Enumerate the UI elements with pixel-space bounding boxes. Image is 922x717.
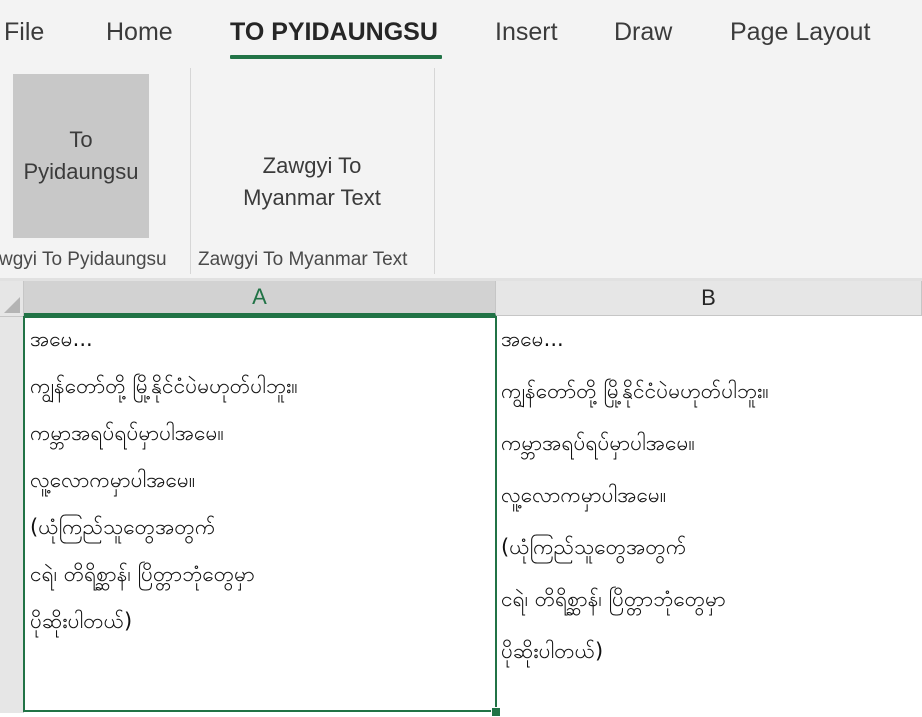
cell-b-line: ငရဲ၊ တိရိစ္ဆာန်၊ ပြိတ္တာဘုံတွေမှာ — [501, 587, 726, 611]
fill-handle[interactable] — [491, 707, 501, 717]
column-header-b[interactable]: B — [496, 281, 922, 316]
group-label-zawgyi-to-myanmar-text: Zawgyi To Myanmar Text — [198, 249, 408, 270]
tab-to-pyidaungsu[interactable]: TO PYIDAUNGSU — [230, 18, 438, 47]
cell-b-line: အမေ... — [501, 327, 564, 351]
ribbon-tab-bar: File Home TO PYIDAUNGSU Insert Draw Page… — [0, 0, 922, 62]
cell-b1[interactable]: အမေ... ကျွန်တော်တို့ မြို့နိုင်ငံပဲမဟုတ်… — [496, 317, 922, 713]
group-label-zawgyi-to-pyidaungsu: wgyi To Pyidaungsu — [0, 249, 167, 270]
group-separator — [434, 68, 435, 274]
cell-a-line: ကျွန်တော်တို့ မြို့နိုင်ငံပဲမဟုတ်ပါဘူး။ — [30, 374, 298, 398]
cell-a-line: ပိုဆိုးပါတယ်) — [30, 609, 133, 633]
tab-page-layout[interactable]: Page Layout — [730, 18, 870, 47]
zawgyi-to-myanmar-text-button-line1: Zawgyi To — [262, 153, 362, 178]
cell-a-line: အမေ... — [30, 327, 93, 351]
to-pyidaungsu-button-line2: Pyidaungsu — [23, 159, 139, 184]
tab-home[interactable]: Home — [106, 18, 173, 47]
active-tab-indicator — [230, 55, 442, 59]
cell-b-line: (ယုံကြည်သူတွေအတွက် — [501, 535, 687, 559]
tab-file[interactable]: File — [4, 18, 44, 47]
to-pyidaungsu-button[interactable]: To Pyidaungsu — [13, 74, 149, 238]
cell-b-line: ကမ္ဘာအရပ်ရပ်မှာပါအမေ။ — [501, 431, 695, 455]
cell-b-line: ပိုဆိုးပါတယ်) — [501, 639, 604, 663]
zawgyi-to-myanmar-text-button-line2: Myanmar Text — [243, 185, 381, 210]
select-all-triangle-icon — [4, 297, 20, 313]
cell-a-line: လူ့လောကမှာပါအမေ။ — [30, 468, 196, 492]
row-header[interactable] — [0, 317, 24, 713]
cell-a-line: (ယုံကြည်သူတွေအတွက် — [30, 515, 216, 539]
group-separator — [190, 68, 191, 274]
select-all-corner[interactable] — [0, 281, 24, 317]
zawgyi-to-myanmar-text-button[interactable]: Zawgyi To Myanmar Text — [224, 142, 400, 222]
tab-draw[interactable]: Draw — [614, 18, 672, 47]
cell-b-line: ကျွန်တော်တို့ မြို့နိုင်ငံပဲမဟုတ်ပါဘူး။ — [501, 379, 769, 403]
tab-insert[interactable]: Insert — [495, 18, 558, 47]
column-header-a[interactable]: A — [24, 281, 496, 316]
cell-b-line: လူ့လောကမှာပါအမေ။ — [501, 483, 667, 507]
cell-a-line: ကမ္ဘာအရပ်ရပ်မှာပါအမေ။ — [30, 421, 224, 445]
cell-a-line: ငရဲ၊ တိရိစ္ဆာန်၊ ပြိတ္တာဘုံတွေမှာ — [30, 562, 255, 586]
cell-a1[interactable]: အမေ... ကျွန်တော်တို့ မြို့နိုင်ငံပဲမဟုတ်… — [24, 317, 496, 713]
to-pyidaungsu-button-line1: To — [69, 127, 93, 152]
ribbon-panel: To Pyidaungsu wgyi To Pyidaungsu Zawgyi … — [0, 62, 922, 278]
